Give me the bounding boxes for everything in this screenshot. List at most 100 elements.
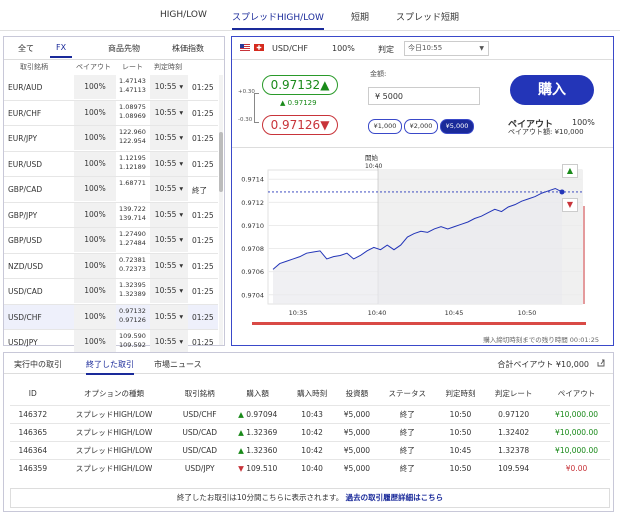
asset-rate-high: 1.08975: [119, 102, 146, 111]
tab-open-trades[interactable]: 実行中の取引: [14, 359, 62, 370]
export-icon[interactable]: [597, 359, 605, 367]
asset-remaining: 01:25: [192, 83, 214, 92]
trade-time: 10:42: [288, 423, 336, 442]
amount-label: 金額:: [370, 70, 387, 78]
column-header: 判定レート: [494, 388, 533, 398]
asset-judge-time-select[interactable]: 10:55 ▾: [150, 279, 188, 303]
judge-time-select[interactable]: 今日10:55 ▼: [404, 41, 489, 56]
tab-spread-high-low[interactable]: スプレッドHIGH/LOW: [232, 10, 324, 30]
asset-payout: 100%: [74, 126, 116, 150]
tab-spread-short-term[interactable]: スプレッド短期: [396, 10, 459, 23]
chevron-down-icon: ▾: [179, 286, 184, 295]
asset-name: EUR/USD: [8, 159, 42, 169]
chip-2000[interactable]: ¥2,000: [404, 119, 438, 134]
asset-scroll-thumb[interactable]: [219, 132, 223, 192]
asset-judge-time-select[interactable]: 10:55 ▾: [150, 177, 188, 201]
asset-row[interactable]: NZD/USD 100% 0.72381 0.72373 10:55 ▾ 01:25: [4, 253, 218, 279]
asset-payout: 100%: [74, 228, 116, 252]
asset-row[interactable]: USD/CAD 100% 1.32395 1.32389 10:55 ▾ 01:25: [4, 279, 218, 305]
y-tick-label: 0.9710: [241, 222, 264, 230]
asset-judge-time-select[interactable]: 10:55 ▾: [150, 202, 188, 227]
trade-rate: 0.97094: [246, 410, 278, 419]
trade-judge-time: 10:45: [436, 441, 485, 460]
amount-input[interactable]: ¥ 5000: [368, 87, 480, 105]
down-arrow-icon: ▼: [320, 118, 330, 132]
trades-tabs: 実行中の取引 終了した取引 市場ニュース 合計ペイアウト ¥10,000: [4, 353, 613, 375]
bid-price-button[interactable]: 0.97126▼: [262, 115, 338, 135]
asset-judge-time-select[interactable]: 10:55 ▾: [150, 126, 188, 150]
trade-invest: ¥5,000: [335, 459, 378, 477]
asset-judge-time: 10:55: [154, 158, 177, 168]
tab-closed-trades[interactable]: 終了した取引: [86, 359, 134, 375]
category-fx[interactable]: FX: [50, 43, 73, 58]
y-tick-label: 0.9712: [241, 199, 264, 207]
chip-5000[interactable]: ¥5,000: [440, 119, 474, 134]
asset-rates: 1.12195 1.12189: [119, 154, 146, 172]
asset-remaining: 01:25: [192, 210, 214, 220]
buy-button[interactable]: 購入: [510, 75, 594, 105]
chip-1000[interactable]: ¥1,000: [368, 119, 402, 134]
y-tick-label: 0.9706: [241, 268, 264, 276]
top-nav: HIGH/LOW スプレッドHIGH/LOW 短期 スプレッド短期: [0, 0, 620, 31]
column-header: 購入時刻: [297, 388, 328, 398]
chevron-down-icon: ▾: [179, 235, 184, 244]
trade-invest: ¥5,000: [335, 441, 378, 460]
tab-high-low[interactable]: HIGH/LOW: [160, 10, 207, 20]
asset-row[interactable]: EUR/AUD 100% 1.47143 1.47113 10:55 ▾ 01:25: [4, 75, 218, 101]
asset-judge-time-select[interactable]: 10:55 ▾: [150, 228, 188, 252]
asset-row[interactable]: GBP/JPY 100% 139.722 139.714 10:55 ▾ 01:25: [4, 202, 218, 228]
chart-down-button[interactable]: ▼: [562, 198, 578, 212]
asset-rate-low: 0.97126: [119, 315, 146, 324]
trade-type: スプレッドHIGH/LOW: [55, 423, 173, 442]
asset-judge-time: 10:55: [154, 337, 177, 346]
asset-name: USD/CHF: [8, 312, 42, 322]
asset-rate-high: 122.960: [119, 128, 146, 136]
category-all[interactable]: 全て: [18, 43, 34, 54]
asset-row[interactable]: GBP/CAD 100% 1.68771 10:55 ▾ 終了: [4, 177, 218, 203]
ask-price-button[interactable]: 0.97132▲: [262, 75, 338, 95]
trade-row: 146365 スプレッドHIGH/LOW USD/CAD ▲ 1.32369 10:42…: [10, 423, 610, 442]
chevron-down-icon: ▾: [179, 158, 184, 168]
asset-rate-high: 0.72381: [119, 255, 146, 264]
trade-rate-cell: ▲ 0.97094: [227, 405, 289, 424]
asset-name: EUR/AUD: [8, 83, 43, 92]
trade-rate: 109.510: [246, 464, 278, 473]
chart-up-button[interactable]: ▲: [562, 164, 578, 178]
trade-pair: USD/CHF: [172, 405, 228, 424]
asset-rate-low: 1.12189: [119, 162, 146, 171]
history-link[interactable]: 過去の取引履歴詳細はこちら: [346, 493, 444, 502]
trade-pair: USD/CAD: [172, 441, 228, 460]
current-price-point: [559, 189, 565, 195]
asset-remaining: 終了: [192, 186, 207, 195]
tab-short-term[interactable]: 短期: [351, 10, 369, 23]
category-commodities[interactable]: 商品先物: [108, 43, 140, 54]
asset-row[interactable]: GBP/USD 100% 1.27490 1.27484 10:55 ▾ 01:25: [4, 228, 218, 254]
trade-rate-cell: ▼ 109.510: [227, 459, 289, 477]
asset-row[interactable]: EUR/CHF 100% 1.08975 1.08969 10:55 ▾ 01:25: [4, 100, 218, 126]
asset-judge-time-select[interactable]: 10:55 ▾: [150, 100, 188, 125]
asset-judge-time-select[interactable]: 10:55 ▾: [150, 75, 188, 99]
asset-payout: 100%: [74, 75, 116, 99]
asset-row[interactable]: EUR/JPY 100% 122.960 122.954 10:55 ▾ 01:25: [4, 126, 218, 152]
asset-rate-high: 1.32395: [119, 281, 146, 289]
header-judge-time: 判定時刻: [154, 63, 182, 71]
asset-scrollbar[interactable]: [219, 75, 223, 345]
asset-rates: 1.68771: [119, 179, 146, 188]
asset-judge-time-select[interactable]: 10:55 ▾: [150, 151, 188, 176]
asset-judge-time-select[interactable]: 10:55 ▾: [150, 253, 188, 278]
asset-row[interactable]: USD/CHF 100% 0.97132 0.97126 10:55 ▾ 01:25: [4, 304, 218, 330]
spread-minus: -0.30: [238, 117, 253, 123]
asset-judge-time-select[interactable]: 10:55 ▾: [150, 304, 188, 329]
category-indices[interactable]: 株価指数: [172, 43, 204, 54]
judge-label: 判定: [378, 45, 394, 54]
chevron-down-icon: ▾: [179, 337, 184, 346]
trade-invest: ¥5,000: [335, 423, 378, 442]
asset-name: USD/CAD: [8, 287, 43, 296]
asset-payout: 100%: [74, 100, 116, 125]
asset-row[interactable]: EUR/USD 100% 1.12195 1.12189 10:55 ▾ 01:25: [4, 151, 218, 177]
header-payout: ペイアウト: [76, 63, 111, 71]
asset-name: EUR/CHF: [8, 108, 42, 118]
tab-market-news[interactable]: 市場ニュース: [154, 359, 202, 370]
asset-judge-time-select[interactable]: 10:55 ▾: [150, 330, 188, 354]
asset-payout: 100%: [74, 304, 116, 329]
